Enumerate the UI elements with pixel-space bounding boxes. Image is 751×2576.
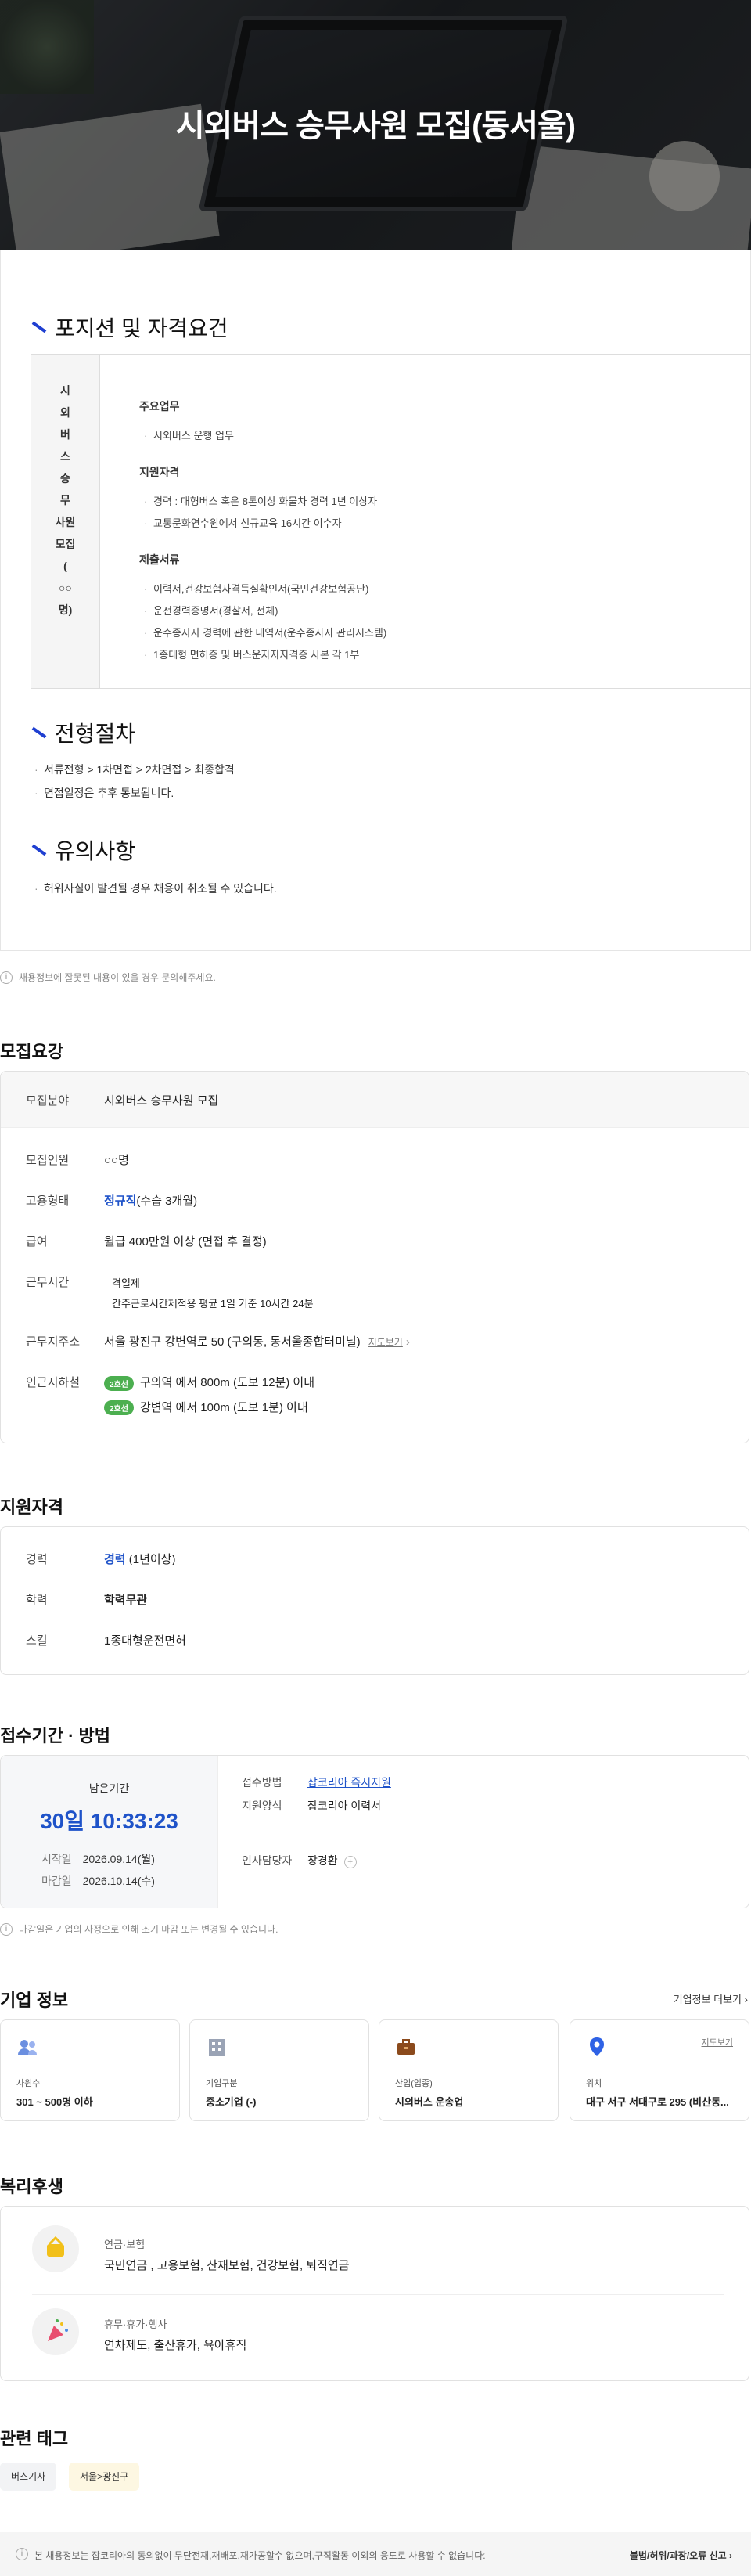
headcount-value: ○○명 [104, 1154, 129, 1167]
documents-heading: 제출서류 [139, 553, 180, 566]
welfare-card: 연금·보험 국민연금 , 고용보험, 산재보험, 건강보험, 퇴직연금 휴무·휴… [0, 2206, 749, 2381]
company-card-location: 지도보기 위치 대구 서구 서대구로 295 (비산동... [570, 2019, 749, 2121]
subway-list: 2호선 구의역 에서 800m (도보 12분) 이내 2호선 강변역 에서 100… [104, 1374, 314, 1416]
welfare-value: 연차제도, 출산휴가, 육아휴직 [104, 2339, 247, 2352]
job-title: 시외버스 승무사원 모집(동서울) [175, 109, 576, 143]
company-card-industry: 산업(업종) 시외버스 운송업 [379, 2019, 559, 2121]
footer: i 본 채용정보는 잡코리아의 동의없이 무단전재,재배포,재가공할수 없으며,… [0, 2532, 751, 2576]
company-title: 기업 정보 [0, 1991, 69, 2010]
summary-card: 모집분야 시외버스 승무사원 모집 모집인원 ○○명 고용형태 정규직(수습 3개월)… [0, 1071, 749, 1443]
duty-item: 시외버스 운행 업무 [139, 425, 386, 447]
people-icon [18, 2040, 37, 2055]
company-card-employees: 사원수 301 ~ 500명 이하 [0, 2019, 180, 2121]
tags-title: 관련 태그 [0, 2429, 69, 2448]
document-item: 이력서,건강보험자격득실확인서(국민건강보험공단) [139, 578, 386, 600]
address-value: 서울 광진구 강변역로 50 (구의동, 동서울종합터미널) [104, 1335, 361, 1349]
map-link[interactable]: 지도보기 [368, 1337, 403, 1348]
qualification-item: 경력 : 대형버스 혹은 8톤이상 화물차 경력 1년 이상자 [139, 491, 386, 513]
info-icon: i [16, 2548, 28, 2560]
quick-apply-link[interactable]: 잡코리아 즉시지원 [307, 1776, 391, 1789]
qualification-item: 교통문화연수원에서 신규교육 16시간 이수자 [139, 513, 386, 535]
summary-title: 모집요강 [0, 1042, 63, 1061]
position-table: 시 외 버 스 승 무 사원 모집 ( ○○ 명) 주요업무 시외버스 운행 업… [31, 354, 751, 689]
duties-heading: 주요업무 [139, 400, 180, 413]
document-item: 1종대형 면허증 및 버스운자자자격증 사본 각 1부 [139, 644, 386, 666]
pension-icon [32, 2225, 79, 2272]
career-value: 경력 [104, 1553, 126, 1566]
chevron-right-icon: › [405, 1335, 410, 1349]
hours-list: 격일제 간주근로시간제적용 평균 1일 기준 10시간 24분 [104, 1274, 314, 1314]
process-list: 서류전형 > 1차면접 > 2차면접 > 최종합격 면접일정은 추후 통보됩니다… [34, 758, 235, 805]
info-icon: i [0, 971, 13, 984]
document-item: 운수종사자 경력에 관한 내역서(운수종사자 관리시스템) [139, 622, 386, 644]
section-position: 포지션 및 자격요건 [31, 312, 228, 343]
copyright-notice: 본 채용정보는 잡코리아의 동의없이 무단전재,재배포,재가공할수 없으며,구직… [34, 2550, 486, 2561]
deadline-note: i 마감일은 기업의 사정으로 인해 조기 마감 또는 변경될 수 있습니다. [0, 1922, 278, 1936]
section-caution: 유의사항 [31, 834, 135, 866]
remaining-time: 30일 10:33:23 [40, 1809, 178, 1833]
position-requirements: 주요업무 시외버스 운행 업무 지원자격 경력 : 대형버스 혹은 8톤이상 화… [100, 355, 386, 688]
caution-item: 허위사실이 발견될 경우 채용이 취소될 수 있습니다. [34, 877, 277, 900]
report-link[interactable]: 불법/허위/과장/오류 신고 › [630, 2549, 732, 2562]
apply-qual-title: 지원자격 [0, 1497, 63, 1517]
education-value: 학력무관 [104, 1594, 148, 1607]
deadline-countdown: 남은기간 30일 10:33:23 시작일 2026.09.14(월) 마감일 20… [1, 1756, 218, 1908]
hours-item: 격일제 [112, 1277, 140, 1289]
deadline-title: 접수기간 · 방법 [0, 1726, 110, 1746]
hero-banner: 시외버스 승무사원 모집(동서울) [0, 0, 751, 250]
party-icon [32, 2308, 79, 2355]
welfare-value: 국민연금 , 고용보험, 산재보험, 건강보험, 퇴직연금 [104, 2259, 350, 2272]
salary-value: 월급 400만원 이상 (면접 후 결정) [104, 1235, 267, 1248]
skill-value: 1종대형운전면허 [104, 1634, 186, 1648]
caution-list: 허위사실이 발견될 경우 채용이 취소될 수 있습니다. [34, 877, 277, 900]
employment-type: 정규직 [104, 1194, 137, 1208]
company-map-link[interactable]: 지도보기 [702, 2036, 733, 2048]
company-card-type: 기업구분 중소기업 (-) [189, 2019, 369, 2121]
field-value: 시외버스 승무사원 모집 [104, 1094, 219, 1108]
tag-item[interactable]: 버스기사 [0, 2463, 57, 2491]
briefcase-icon [397, 2039, 415, 2055]
start-date: 2026.09.14(월) [82, 1853, 155, 1865]
subway-line-badge: 2호선 [104, 1400, 134, 1416]
form-value: 잡코리아 이력서 [307, 1800, 382, 1812]
tag-item[interactable]: 서울>광진구 [69, 2463, 140, 2491]
chevron-right-icon: › [744, 1994, 748, 2005]
position-name-cell: 시 외 버 스 승 무 사원 모집 ( ○○ 명) [31, 355, 100, 688]
subway-line-badge: 2호선 [104, 1375, 134, 1391]
process-item: 서류전형 > 1차면접 > 2차면접 > 최종합격 [34, 758, 235, 781]
process-item: 면접일정은 추후 통보됩니다. [34, 781, 235, 805]
welfare-title: 복리후생 [0, 2177, 63, 2196]
info-icon: i [0, 1922, 13, 1936]
section-process: 전형절차 [31, 717, 135, 748]
deadline-card: 남은기간 30일 10:33:23 시작일 2026.09.14(월) 마감일 20… [0, 1755, 749, 1908]
building-icon [209, 2039, 225, 2056]
hours-item: 간주근로시간제적용 평균 1일 기준 10시간 24분 [112, 1298, 314, 1310]
chevron-down-icon[interactable]: ⌄ [479, 2547, 487, 2558]
manager-name: 장경환 [307, 1854, 338, 1867]
company-more-link[interactable]: 기업정보 더보기 › [674, 1991, 748, 2006]
qualifications-heading: 지원자격 [139, 466, 180, 478]
document-item: 운전경력증명서(경찰서, 전체) [139, 600, 386, 622]
chevron-right-icon: › [729, 2550, 732, 2561]
plus-icon[interactable]: + [343, 1856, 357, 1868]
end-date: 2026.10.14(수) [82, 1875, 155, 1887]
report-notice[interactable]: i 채용정보에 잘못된 내용이 있을 경우 문의해주세요. [0, 971, 216, 984]
pin-icon [590, 2037, 604, 2056]
apply-qual-card: 경력 경력 (1년이상) 학력 학력무관 스킬 1종대형운전면허 [0, 1526, 749, 1675]
